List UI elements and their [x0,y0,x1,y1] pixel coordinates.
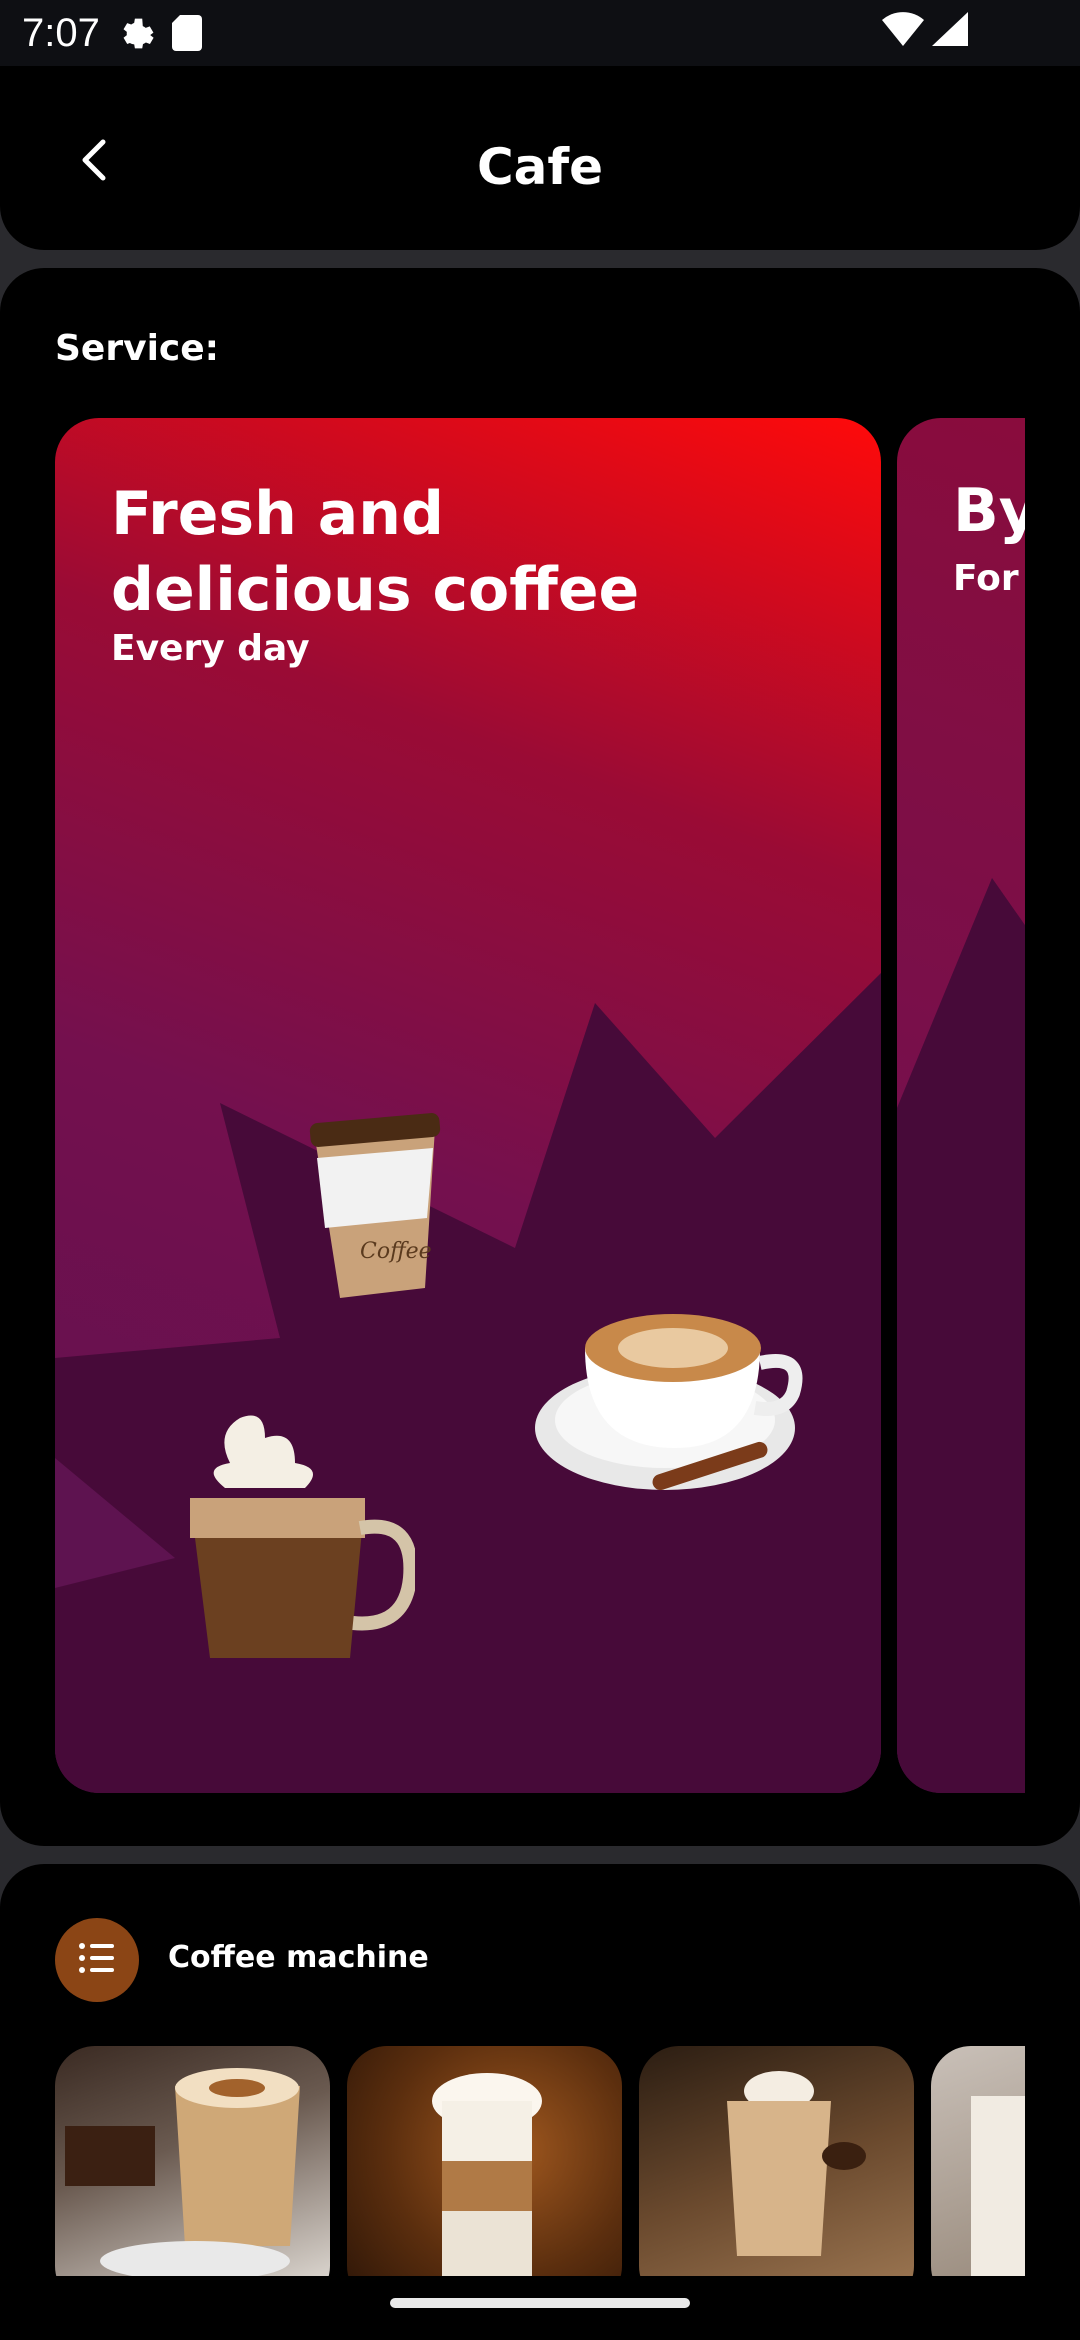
service-section: Service: Coffee Fresh and delicious coff… [0,268,1080,1846]
coffee-machine-icon-button[interactable] [55,1918,139,2002]
banner-title: By [953,476,1025,546]
coffee-machine-section: Coffee machine [0,1864,1080,2340]
latte-art-image [65,2068,300,2276]
takeaway-cup-image: Coffee [309,1113,441,1298]
banner-subtitle: Every day [111,628,310,669]
banner-mountain-shape [897,878,1025,1793]
service-carousel[interactable]: Coffee Fresh and delicious coffee Every [55,418,1025,1793]
status-bar: 7:07 [0,0,1080,66]
banner-fresh-coffee[interactable]: Coffee Fresh and delicious coffee Every [55,418,881,1793]
status-time: 7:07 [22,10,100,55]
coffee-thumbnail-macchiato[interactable] [347,2046,622,2276]
service-label: Service: [55,328,220,369]
coffee-machine-label: Coffee machine [168,1940,429,1975]
coffee-thumbnail-latte-art[interactable] [55,2046,330,2276]
latte-glass-image [190,1415,415,1658]
svg-text:Coffee: Coffee [360,1239,432,1264]
macchiato-image [432,2073,542,2276]
irish-coffee-image [727,2071,866,2256]
cappuccino-cup-image [535,1314,803,1491]
top-app-bar: Cafe [0,66,1080,250]
page-title: Cafe [476,138,604,196]
signal-icon [932,12,968,57]
wifi-icon [882,12,924,57]
coffee-thumbnail-irish-coffee[interactable] [639,2046,914,2276]
coffee-thumbnails[interactable] [55,2046,1025,2276]
home-indicator[interactable] [390,2298,690,2308]
sd-card-icon [171,15,202,51]
banner-secondary[interactable]: By For [897,418,1025,1793]
banner-subtitle: For [953,558,1019,599]
coffee-image [971,2096,1025,2276]
gear-icon [116,13,156,53]
list-icon [78,1941,116,1979]
banner-title: Fresh and delicious coffee [111,479,640,625]
coffee-thumbnail-4[interactable] [931,2046,1025,2276]
